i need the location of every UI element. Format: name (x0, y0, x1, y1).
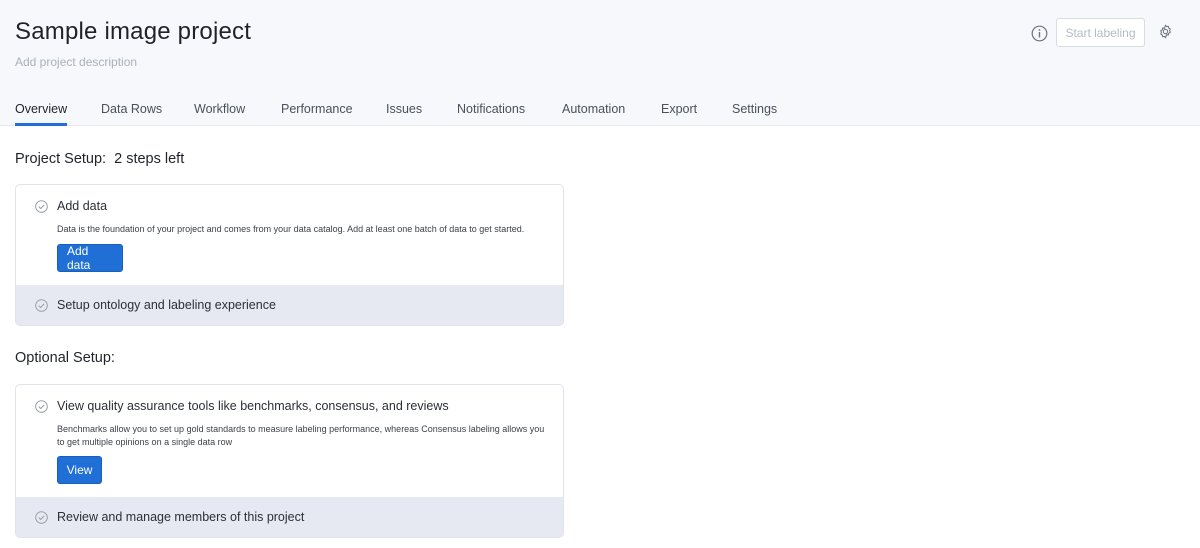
project-header: Sample image project Add project descrip… (0, 0, 1200, 126)
tab-settings[interactable]: Settings (732, 102, 777, 116)
steps-left-count: 2 steps left (114, 151, 185, 167)
check-circle-icon (35, 200, 48, 213)
view-button[interactable]: View (57, 456, 102, 484)
setup-step-ontology[interactable]: Setup ontology and labeling experience (16, 285, 563, 325)
step-title[interactable]: Add data (57, 199, 107, 213)
tab-export[interactable]: Export (661, 102, 697, 116)
tab-issues[interactable]: Issues (386, 102, 422, 116)
project-setup-card: Add data Data is the foundation of your … (15, 184, 564, 326)
tab-workflow[interactable]: Workflow (194, 102, 245, 116)
add-data-button[interactable]: Add data (57, 244, 123, 272)
tab-overview[interactable]: Overview (15, 102, 67, 116)
step-title: Review and manage members of this projec… (57, 510, 305, 524)
tab-data-rows[interactable]: Data Rows (101, 102, 162, 116)
start-labeling-button[interactable]: Start labeling (1056, 18, 1145, 47)
active-tab-indicator (15, 123, 67, 126)
optional-setup-heading: Optional Setup: (15, 350, 115, 366)
setup-step-add-data: Add data Data is the foundation of your … (16, 185, 563, 285)
step-description: Data is the foundation of your project a… (57, 224, 525, 234)
check-circle-icon (35, 511, 48, 524)
check-circle-icon (35, 400, 48, 413)
gear-icon[interactable] (1158, 24, 1173, 39)
tab-performance[interactable]: Performance (281, 102, 353, 116)
setup-step-quality-assurance: View quality assurance tools like benchm… (16, 385, 563, 497)
project-setup-title: Project Setup: (15, 151, 107, 167)
project-description-input[interactable]: Add project description (15, 55, 137, 69)
info-icon[interactable] (1031, 25, 1048, 42)
step-title: Setup ontology and labeling experience (57, 298, 276, 312)
setup-step-members[interactable]: Review and manage members of this projec… (16, 497, 563, 537)
step-description: Benchmarks allow you to set up gold stan… (57, 424, 545, 447)
page-title: Sample image project (15, 18, 252, 45)
tab-automation[interactable]: Automation (562, 102, 625, 116)
optional-setup-card: View quality assurance tools like benchm… (15, 384, 564, 538)
check-circle-icon (35, 299, 48, 312)
tab-notifications[interactable]: Notifications (457, 102, 525, 116)
project-tabs: Overview Data Rows Workflow Performance … (0, 96, 1200, 126)
step-title[interactable]: View quality assurance tools like benchm… (57, 399, 449, 413)
project-setup-heading: Project Setup: 2 steps left (15, 151, 184, 167)
